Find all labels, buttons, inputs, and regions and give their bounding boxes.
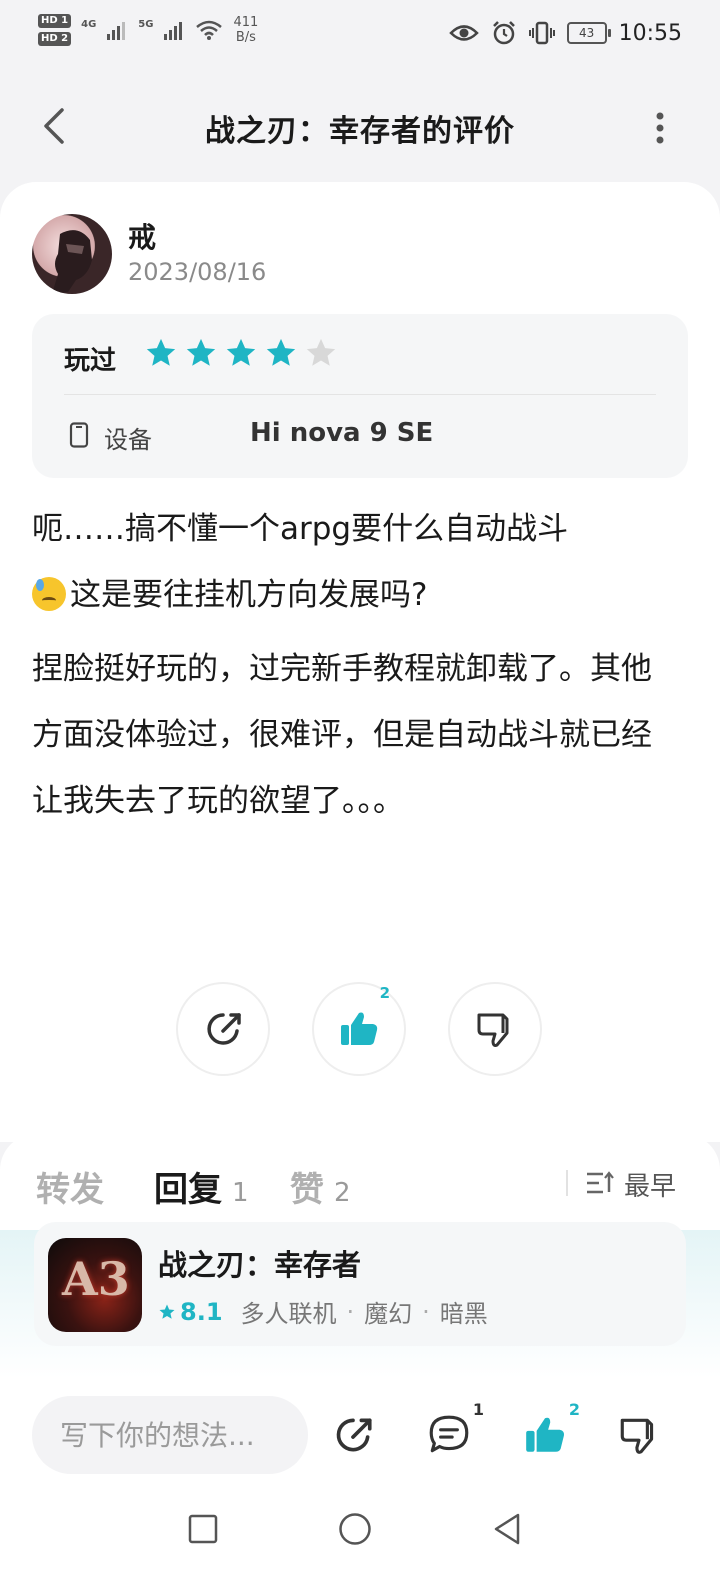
hd1-badge: HD 1	[38, 14, 72, 28]
like-button[interactable]: 2	[312, 982, 406, 1076]
tab-like[interactable]: 赞2	[290, 1162, 351, 1211]
comment-input[interactable]	[32, 1396, 308, 1474]
app-tag-2: 魔幻	[364, 1300, 413, 1328]
share-button[interactable]	[176, 982, 270, 1076]
battery-indicator: 43	[566, 22, 611, 44]
review-card: 戒 2023/08/16 玩过 设备 Hi nova 9 SE 呃……搞不懂一个…	[0, 182, 720, 1142]
rating-stars	[144, 336, 338, 370]
wifi-icon	[196, 20, 223, 40]
bottom-action-bar: 1 2	[0, 1376, 720, 1486]
comment-icon	[429, 1415, 469, 1453]
speed-value: 411	[233, 15, 259, 30]
system-navigation-bar	[0, 1486, 720, 1592]
avatar-figure-icon	[52, 230, 92, 294]
clock: 10:55	[618, 20, 682, 46]
star-filled-icon	[186, 338, 216, 366]
review-paragraph-1: 呃……搞不懂一个arpg要什么自动战斗 这是要往挂机方向发展吗?	[32, 496, 672, 628]
eye-icon	[448, 25, 479, 41]
page-header: 战之刃：幸存者的评价	[0, 84, 720, 168]
hd-indicators: HD 1 HD 2	[38, 14, 72, 46]
like-count-badge: 2	[379, 984, 390, 1002]
bottom-comment-button[interactable]: 1	[422, 1400, 484, 1462]
app-meta: 8.1 多人联机 · 魔幻 · 暗黑	[158, 1294, 488, 1329]
review-text-1a: 呃……搞不懂一个arpg要什么自动战斗	[32, 511, 569, 547]
tag-separator-1: ·	[346, 1297, 355, 1326]
device-label: 设备	[104, 426, 152, 454]
status-bar: HD 1 HD 2 4G 5G 411 B/s 43 10:55	[0, 0, 720, 72]
info-divider	[64, 394, 656, 395]
hd2-badge: HD 2	[38, 32, 72, 46]
app-card[interactable]: A3 战之刃：幸存者 8.1 多人联机 · 魔幻 · 暗黑	[34, 1222, 686, 1346]
username[interactable]: 戒	[128, 216, 156, 256]
dislike-button[interactable]	[448, 982, 542, 1076]
sweat-emoji-icon	[32, 577, 66, 611]
review-date: 2023/08/16	[128, 258, 267, 286]
app-root: HD 1 HD 2 4G 5G 411 B/s 43 10:55 战之刃：幸存者…	[0, 0, 720, 1592]
review-actions: 2	[176, 982, 542, 1076]
tab-reply-count: 1	[232, 1178, 249, 1208]
app-name: 战之刃：幸存者	[158, 1248, 362, 1282]
review-paragraph-2: 捏脸挺好玩的，过完新手教程就卸载了。其他方面没体验过，很难评，但是自动战斗就已经…	[32, 651, 652, 819]
more-options-icon[interactable]	[650, 108, 670, 148]
thumbs-up-icon	[341, 1012, 378, 1045]
share-icon	[336, 1418, 372, 1452]
network-speed: 411 B/s	[233, 15, 258, 45]
app-tag-3: 暗黑	[439, 1300, 488, 1328]
bottom-like-count-badge: 2	[568, 1400, 580, 1419]
vibrate-icon	[528, 21, 555, 45]
tab-like-count: 2	[334, 1178, 351, 1208]
app-icon-text: A3	[62, 1252, 130, 1306]
sort-label[interactable]: 最早	[624, 1166, 676, 1203]
sort-divider	[566, 1170, 568, 1196]
system-back-icon[interactable]	[490, 1512, 524, 1546]
app-rating: 8.1	[180, 1297, 223, 1326]
tab-like-label: 赞	[290, 1170, 324, 1210]
speed-unit: B/s	[235, 30, 256, 45]
tab-reply-label: 回复	[154, 1170, 222, 1210]
network-4g-label: 4G	[81, 18, 97, 30]
app-tag-1: 多人联机	[240, 1300, 337, 1328]
bottom-dislike-button[interactable]	[612, 1408, 666, 1462]
status-right: 43 10:55	[448, 20, 682, 46]
tag-separator-2: ·	[422, 1297, 430, 1326]
comment-count-badge: 1	[472, 1400, 484, 1419]
signal-icon-2	[164, 22, 183, 40]
tab-reply[interactable]: 回复 1	[154, 1162, 249, 1211]
app-icon: A3	[48, 1238, 142, 1332]
sort-icon[interactable]	[585, 1170, 615, 1196]
bottom-like-button[interactable]: 2	[518, 1400, 580, 1462]
recent-apps-icon[interactable]	[188, 1514, 218, 1544]
device-value: Hi nova 9 SE	[250, 418, 434, 448]
phone-icon	[69, 422, 89, 448]
star-filled-icon	[146, 338, 176, 366]
thumbs-up-icon	[526, 1417, 564, 1452]
star-filled-icon	[226, 338, 256, 366]
review-text-1b: 这是要往挂机方向发展吗?	[70, 577, 428, 613]
rating-star-icon	[159, 1304, 175, 1319]
share-icon	[207, 1013, 241, 1045]
thumbs-down-icon	[477, 1013, 509, 1047]
star-filled-icon	[266, 338, 296, 366]
signal-icon	[107, 22, 126, 40]
status-left: HD 1 HD 2 4G 5G 411 B/s	[38, 14, 258, 46]
played-label: 玩过	[64, 346, 117, 376]
alarm-icon	[492, 21, 515, 45]
page-title: 战之刃：幸存者的评价	[205, 114, 515, 149]
avatar[interactable]	[32, 214, 112, 294]
star-empty-icon	[306, 338, 336, 366]
tab-forward[interactable]: 转发	[36, 1162, 104, 1211]
thumbs-down-icon	[620, 1418, 654, 1454]
network-5g-label: 5G	[138, 18, 154, 30]
play-info-box: 玩过 设备 Hi nova 9 SE	[32, 314, 688, 478]
home-icon[interactable]	[338, 1512, 372, 1546]
bottom-share-button[interactable]	[326, 1408, 380, 1462]
